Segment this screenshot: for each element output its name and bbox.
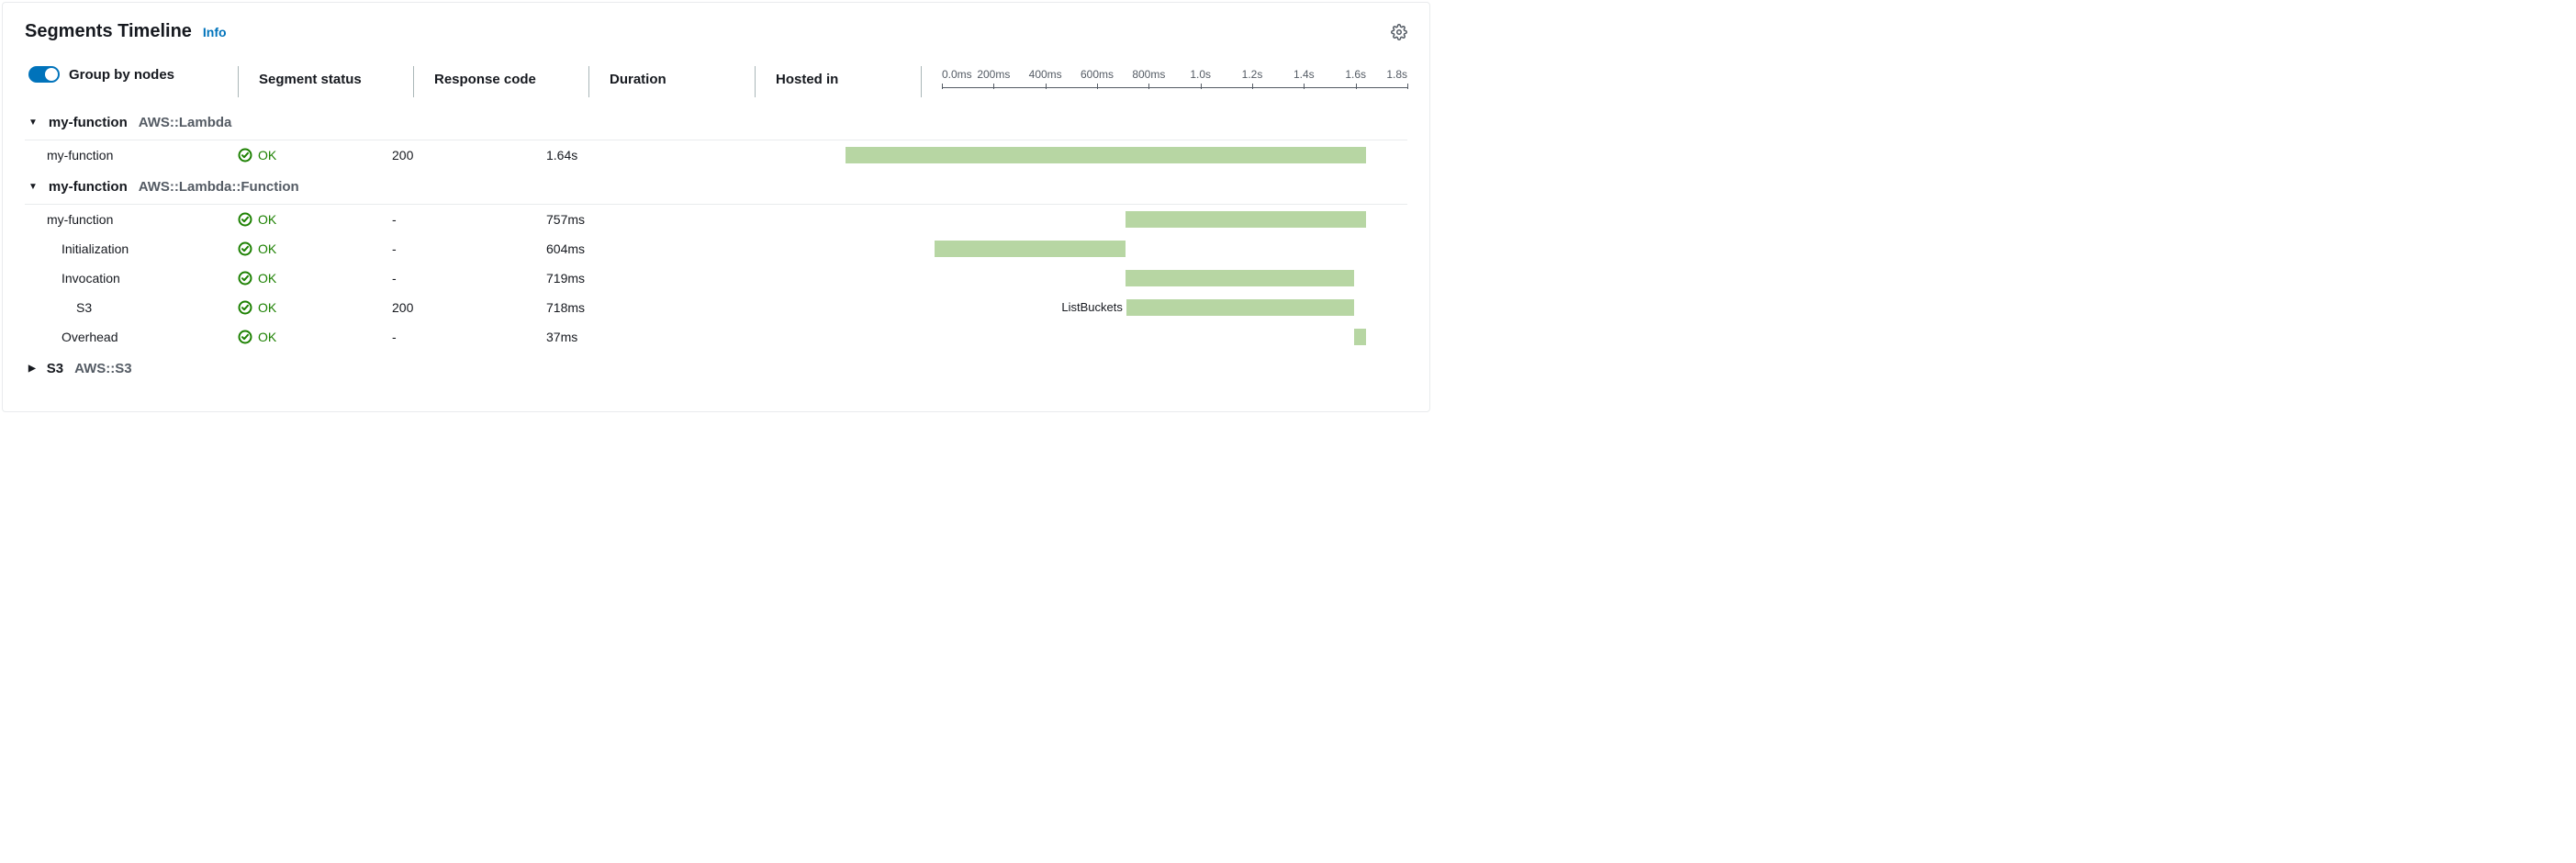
segment-bar-area xyxy=(836,269,1407,287)
segment-status: OK xyxy=(238,148,392,163)
segment-row[interactable]: Invocation OK -719ms xyxy=(25,263,1407,293)
group-by-toggle[interactable] xyxy=(28,66,60,83)
segment-duration: 757ms xyxy=(546,212,691,227)
segment-name: S3 xyxy=(25,300,238,315)
axis-tick-label: 600ms xyxy=(1081,68,1114,81)
ok-icon xyxy=(238,330,252,344)
status-text: OK xyxy=(258,241,276,256)
segment-response: 200 xyxy=(392,148,546,163)
gear-icon[interactable] xyxy=(1391,24,1407,40)
timeline-bar xyxy=(1126,299,1354,316)
column-duration: Duration xyxy=(610,66,755,87)
node-type: AWS::S3 xyxy=(74,361,132,376)
segment-response: 200 xyxy=(392,300,546,315)
group-header[interactable]: ▶ S3 AWS::S3 xyxy=(25,352,1407,386)
segment-row[interactable]: my-function OK -757ms xyxy=(25,205,1407,234)
node-name: S3 xyxy=(47,361,63,376)
status-text: OK xyxy=(258,271,276,286)
segment-status: OK xyxy=(238,271,392,286)
axis-tick-label: 1.6s xyxy=(1345,68,1366,81)
panel-title: Segments Timeline xyxy=(25,21,192,42)
segment-status: OK xyxy=(238,330,392,344)
segment-name: my-function xyxy=(25,212,238,227)
node-type: AWS::Lambda xyxy=(139,115,232,130)
timeline-bar xyxy=(1126,211,1366,228)
group-header[interactable]: ▼ my-function AWS::Lambda::Function xyxy=(25,170,1407,205)
segment-duration: 37ms xyxy=(546,330,691,344)
segment-row[interactable]: my-function OK 2001.64s xyxy=(25,140,1407,170)
ok-icon xyxy=(238,300,252,315)
group-header[interactable]: ▼ my-function AWS::Lambda xyxy=(25,106,1407,140)
bar-label: ListBuckets xyxy=(1061,299,1126,316)
segment-duration: 604ms xyxy=(546,241,691,256)
axis-tick-label: 200ms xyxy=(977,68,1010,81)
status-text: OK xyxy=(258,212,276,227)
ok-icon xyxy=(238,271,252,286)
expand-icon[interactable]: ▼ xyxy=(28,182,38,192)
ok-icon xyxy=(238,148,252,163)
status-text: OK xyxy=(258,330,276,344)
timeline-bar xyxy=(1126,270,1353,286)
segment-name: Overhead xyxy=(25,330,238,344)
timeline-bar xyxy=(846,147,1366,163)
segment-duration: 719ms xyxy=(546,271,691,286)
segment-bar-area xyxy=(836,210,1407,229)
segment-response: - xyxy=(392,330,546,344)
segment-duration: 718ms xyxy=(546,300,691,315)
axis-tick-label: 0.0ms xyxy=(942,68,972,81)
segment-status: OK xyxy=(238,300,392,315)
segment-bar-area xyxy=(836,146,1407,164)
expand-icon[interactable]: ▼ xyxy=(28,118,38,128)
segment-response: - xyxy=(392,271,546,286)
ok-icon xyxy=(238,212,252,227)
node-type: AWS::Lambda::Function xyxy=(139,179,299,195)
column-response: Response code xyxy=(434,66,588,87)
info-link[interactable]: Info xyxy=(203,25,227,39)
segment-row[interactable]: Initialization OK -604ms xyxy=(25,234,1407,263)
timeline-axis: 0.0ms 200ms 400ms 600ms 800ms 1.0s 1.2s 1.4s 1.6… xyxy=(942,66,1407,88)
axis-tick-label: 1.8s xyxy=(1386,68,1407,81)
segment-row[interactable]: S3 OK 200718ms ListBuckets xyxy=(25,293,1407,322)
axis-tick-label: 1.4s xyxy=(1294,68,1315,81)
timeline-bar xyxy=(935,241,1126,257)
column-headers: Group by nodes Segment status Response c… xyxy=(25,66,1407,98)
axis-tick-label: 400ms xyxy=(1029,68,1062,81)
axis-tick-label: 1.0s xyxy=(1190,68,1211,81)
title-row: Segments Timeline Info xyxy=(25,21,1407,42)
group-by-label: Group by nodes xyxy=(69,67,174,83)
expand-icon[interactable]: ▶ xyxy=(28,364,36,374)
column-status: Segment status xyxy=(259,66,413,87)
segment-status: OK xyxy=(238,212,392,227)
ok-icon xyxy=(238,241,252,256)
segment-bar-area xyxy=(836,328,1407,346)
segment-bar-area xyxy=(836,240,1407,258)
node-name: my-function xyxy=(49,115,128,130)
segment-duration: 1.64s xyxy=(546,148,691,163)
column-hosted: Hosted in xyxy=(776,66,921,87)
axis-tick-label: 800ms xyxy=(1132,68,1165,81)
status-text: OK xyxy=(258,148,276,163)
segment-status: OK xyxy=(238,241,392,256)
node-name: my-function xyxy=(49,179,128,195)
segment-name: Initialization xyxy=(25,241,238,256)
segment-row[interactable]: Overhead OK -37ms xyxy=(25,322,1407,352)
segment-response: - xyxy=(392,241,546,256)
status-text: OK xyxy=(258,300,276,315)
segment-response: - xyxy=(392,212,546,227)
segments-timeline-panel: Segments Timeline Info Group by nodes Se… xyxy=(2,2,1430,412)
axis-tick-label: 1.2s xyxy=(1242,68,1263,81)
segment-name: my-function xyxy=(25,148,238,163)
segment-bar-area: ListBuckets xyxy=(836,298,1407,317)
segment-name: Invocation xyxy=(25,271,238,286)
timeline-bar xyxy=(1354,329,1366,345)
